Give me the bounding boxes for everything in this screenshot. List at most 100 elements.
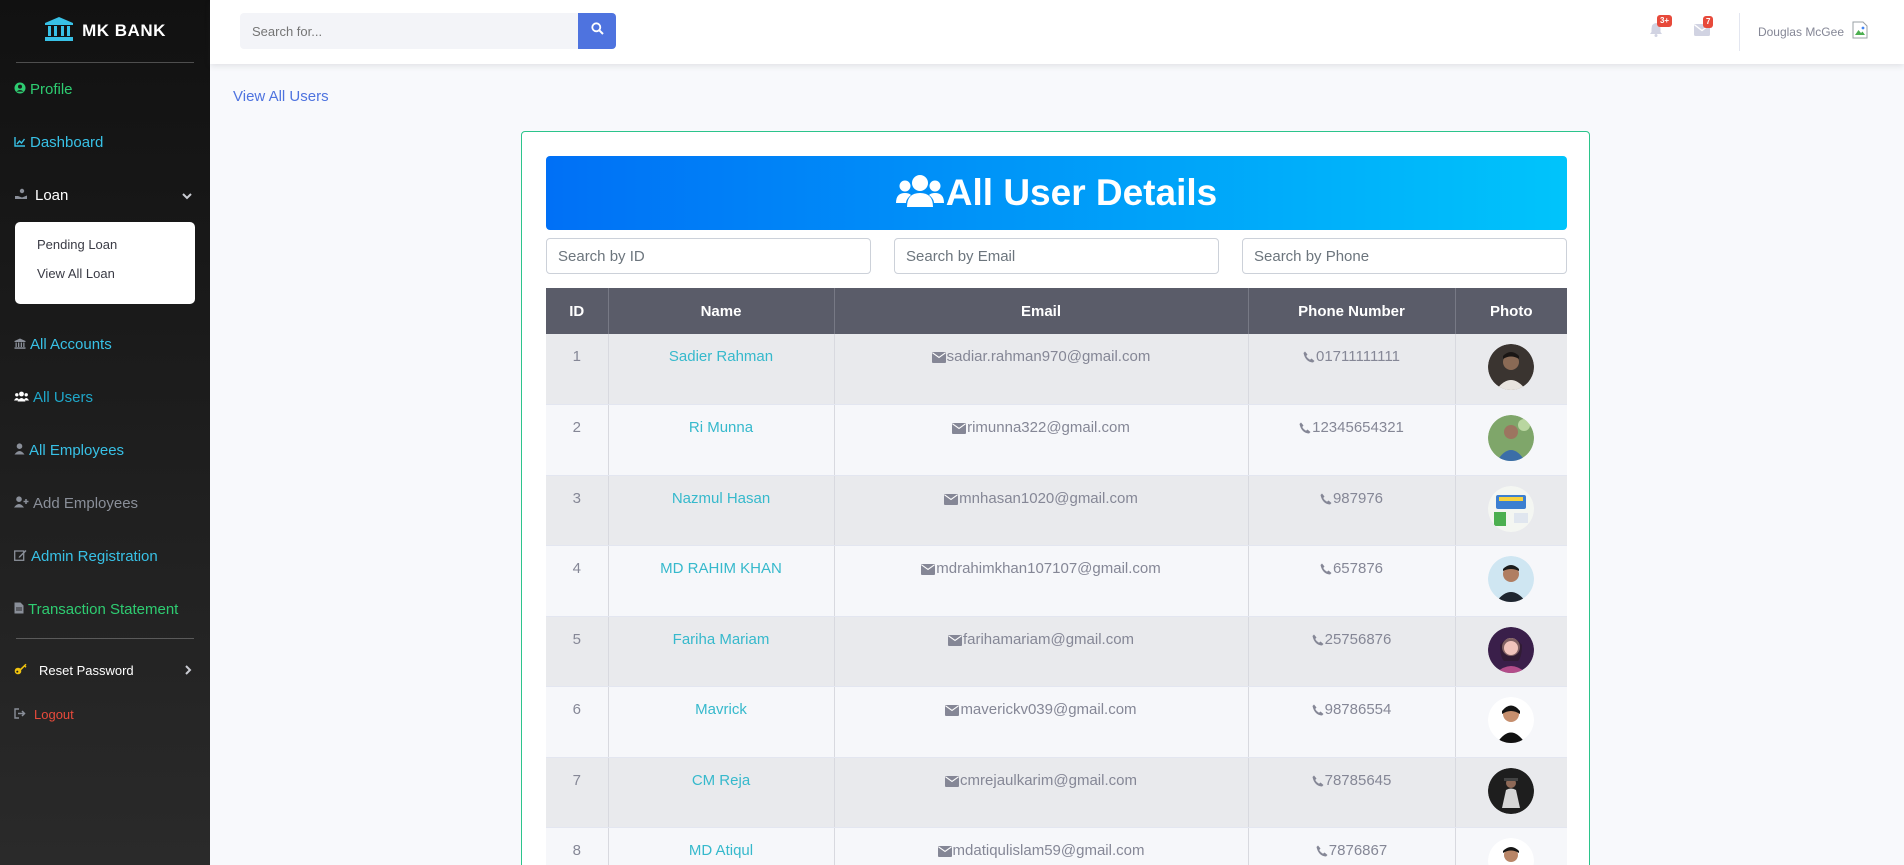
cell-photo xyxy=(1455,827,1567,865)
column-header-phone[interactable]: Phone Number xyxy=(1248,288,1456,334)
search-by-email-input[interactable] xyxy=(894,238,1219,274)
table-row: 7 CM Reja cmrejaulkarim@gmail.com 787856… xyxy=(546,757,1567,828)
cell-email: maverickv039@gmail.com xyxy=(834,686,1249,758)
user-plus-icon xyxy=(14,495,29,512)
cell-photo xyxy=(1455,616,1567,687)
phone-text: 25756876 xyxy=(1324,630,1392,648)
sidebar-item-loan[interactable]: Loan xyxy=(0,169,210,222)
cell-email: farihamariam@gmail.com xyxy=(834,616,1249,687)
file-icon xyxy=(14,601,24,618)
cell-phone: 01711111111 xyxy=(1248,334,1456,405)
avatar[interactable] xyxy=(1852,21,1874,43)
sidebar-item-all-accounts[interactable]: All Accounts xyxy=(0,318,210,371)
sidebar-item-label: Profile xyxy=(30,81,73,98)
cell-name[interactable]: Nazmul Hasan xyxy=(608,475,835,546)
email-text: maverickv039@gmail.com xyxy=(960,701,1137,718)
envelope-icon xyxy=(931,350,946,367)
search-by-phone-input[interactable] xyxy=(1242,238,1567,274)
sidebar-item-label: Reset Password xyxy=(39,662,134,678)
table-row: 2 Ri Munna rimunna322@gmail.com 12345654… xyxy=(546,404,1567,476)
sidebar-item-label: Transaction Statement xyxy=(28,601,179,618)
sidebar: MK BANK Profile Dashboard Loan Pending L… xyxy=(0,0,210,865)
cell-email: cmrejaulkarim@gmail.com xyxy=(834,757,1249,828)
user-photo[interactable] xyxy=(1488,626,1535,673)
table-row: 5 Fariha Mariam farihamariam@gmail.com 2… xyxy=(546,616,1567,687)
search-by-id-input[interactable] xyxy=(546,238,871,274)
search-button[interactable] xyxy=(578,13,616,49)
sidebar-item-label: Admin Registration xyxy=(31,548,158,565)
user-icon xyxy=(14,442,25,459)
brand[interactable]: MK BANK xyxy=(0,0,210,62)
user-photo[interactable] xyxy=(1488,838,1535,865)
cell-id: 5 xyxy=(546,616,609,687)
sidebar-item-label: Loan xyxy=(35,187,69,204)
cell-name[interactable]: Mavrick xyxy=(608,686,835,758)
sidebar-item-logout[interactable]: Logout xyxy=(0,692,210,736)
email-text: mnhasan1020@gmail.com xyxy=(959,489,1138,507)
cell-name[interactable]: MD Atiqul xyxy=(608,827,835,865)
cell-id: 6 xyxy=(546,686,609,758)
topbar-search xyxy=(240,13,616,49)
chevron-down-icon[interactable] xyxy=(182,187,192,204)
sidebar-item-transaction-statement[interactable]: Transaction Statement xyxy=(0,583,210,636)
search-input[interactable] xyxy=(240,13,578,49)
user-name[interactable]: Douglas McGee xyxy=(1758,25,1844,39)
envelope-icon xyxy=(921,562,936,579)
user-photo[interactable] xyxy=(1488,415,1535,461)
cell-id: 4 xyxy=(546,545,609,617)
sidebar-item-profile[interactable]: Profile xyxy=(0,63,210,116)
table-row: 3 Nazmul Hasan mnhasan1020@gmail.com 987… xyxy=(546,475,1567,546)
table-row: 1 Sadier Rahman sadiar.rahman970@gmail.c… xyxy=(546,334,1567,405)
column-header-name[interactable]: Name xyxy=(608,288,835,334)
cell-photo xyxy=(1455,334,1567,405)
sidebar-item-dashboard[interactable]: Dashboard xyxy=(0,116,210,169)
user-photo[interactable] xyxy=(1488,556,1535,602)
view-all-users-link[interactable]: View All Users xyxy=(233,88,329,105)
cell-name[interactable]: Ri Munna xyxy=(608,404,835,476)
sidebar-item-all-users[interactable]: All Users xyxy=(0,371,210,424)
cell-id: 2 xyxy=(546,404,609,476)
alerts-button[interactable]: 3+ xyxy=(1633,15,1679,42)
cell-phone: 25756876 xyxy=(1248,616,1456,687)
sidebar-item-admin-registration[interactable]: Admin Registration xyxy=(0,530,210,583)
chevron-right-icon[interactable] xyxy=(185,663,192,678)
sidebar-item-add-employees[interactable]: Add Employees xyxy=(0,477,210,530)
column-header-email[interactable]: Email xyxy=(834,288,1249,334)
cell-id: 8 xyxy=(546,827,609,865)
filter-row xyxy=(546,238,1567,274)
sidebar-item-reset-password[interactable]: Reset Password xyxy=(0,648,210,692)
cell-name[interactable]: Fariha Mariam xyxy=(608,616,835,687)
user-photo[interactable] xyxy=(1488,344,1535,390)
brand-name: MK BANK xyxy=(82,21,166,40)
phone-text: 12345654321 xyxy=(1312,419,1404,436)
users-table: ID Name Email Phone Number Photo 1 Sadie… xyxy=(546,288,1567,865)
users-icon xyxy=(14,389,29,406)
submenu-item-pending-loan[interactable]: Pending Loan xyxy=(15,230,195,259)
column-header-photo[interactable]: Photo xyxy=(1455,288,1567,334)
sidebar-item-label: Logout xyxy=(34,706,74,722)
key-icon xyxy=(14,663,27,678)
topbar-actions: 3+ 7 Douglas McGee xyxy=(1633,0,1904,64)
cell-name[interactable]: CM Reja xyxy=(608,757,835,828)
page-title: All User Details xyxy=(945,172,1218,213)
phone-icon xyxy=(1312,633,1324,650)
sign-out-icon xyxy=(14,707,27,722)
cell-name[interactable]: MD RAHIM KHAN xyxy=(608,545,835,617)
cell-id: 3 xyxy=(546,475,609,546)
alerts-badge: 3+ xyxy=(1656,15,1673,27)
cell-phone: 98786554 xyxy=(1248,686,1456,758)
cell-id: 7 xyxy=(546,757,609,828)
sidebar-item-label: All Employees xyxy=(29,442,125,459)
sidebar-item-all-employees[interactable]: All Employees xyxy=(0,424,210,477)
envelope-icon xyxy=(945,703,960,720)
cell-id: 1 xyxy=(546,334,609,405)
messages-button[interactable]: 7 xyxy=(1679,16,1725,41)
email-text: cmrejaulkarim@gmail.com xyxy=(960,771,1137,789)
column-header-id[interactable]: ID xyxy=(546,288,609,334)
email-text: sadiar.rahman970@gmail.com xyxy=(946,348,1151,365)
user-photo[interactable] xyxy=(1488,767,1535,814)
submenu-item-view-all-loan[interactable]: View All Loan xyxy=(15,259,195,288)
user-photo[interactable] xyxy=(1488,697,1535,743)
cell-name[interactable]: Sadier Rahman xyxy=(608,334,835,405)
user-photo[interactable] xyxy=(1488,485,1535,532)
